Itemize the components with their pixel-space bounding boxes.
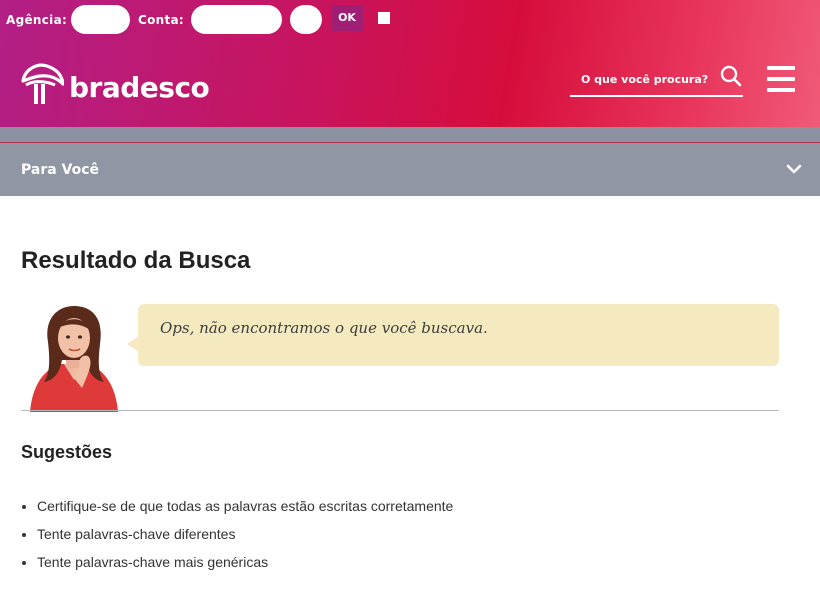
brand-name: bradesco — [69, 71, 210, 104]
chevron-down-icon[interactable] — [786, 163, 802, 175]
login-bar: Agência: Conta: OK — [0, 0, 820, 40]
thinking-woman-illustration — [30, 306, 118, 412]
suggestion-item: Tente palavras-chave diferentes — [21, 525, 453, 553]
no-results-message: Ops, não encontramos o que você buscava. — [160, 319, 488, 337]
section-title: Para Você — [21, 162, 100, 178]
no-results-message-box: Ops, não encontramos o que você buscava. — [138, 304, 779, 366]
bullet-icon — [22, 561, 26, 565]
search-box[interactable]: O que você procura? — [570, 64, 743, 97]
bullet-icon — [22, 533, 26, 537]
agencia-input[interactable] — [71, 5, 130, 34]
conta-input[interactable] — [191, 5, 282, 34]
ok-button[interactable]: OK — [331, 5, 363, 31]
suggestion-text: Tente palavras-chave mais genéricas — [37, 554, 269, 570]
bullet-icon — [22, 505, 26, 509]
conta-digit-input[interactable] — [290, 5, 322, 34]
conta-label: Conta: — [138, 13, 185, 27]
suggestion-text: Tente palavras-chave diferentes — [37, 526, 236, 542]
suggestion-text: Certifique-se de que todas as palavras e… — [37, 498, 454, 514]
agencia-label: Agência: — [6, 13, 68, 27]
header-divider-strip — [0, 127, 820, 143]
site-header: Agência: Conta: OK bradesco O que você p… — [0, 0, 820, 127]
content-divider — [21, 410, 779, 411]
search-icon[interactable] — [720, 65, 742, 87]
suggestion-item: Certifique-se de que todas as palavras e… — [21, 497, 453, 525]
section-dropdown[interactable]: Para Você — [0, 143, 820, 196]
suggestions-list: Certifique-se de que todas as palavras e… — [21, 497, 453, 581]
page-title: Resultado da Busca — [21, 247, 251, 274]
bradesco-tree-icon — [21, 63, 64, 104]
suggestions-title: Sugestões — [21, 442, 113, 462]
hamburger-menu-icon[interactable] — [767, 66, 795, 92]
search-placeholder[interactable]: O que você procura? — [581, 73, 708, 86]
remember-checkbox[interactable] — [378, 12, 390, 24]
suggestion-item: Tente palavras-chave mais genéricas — [21, 553, 453, 581]
